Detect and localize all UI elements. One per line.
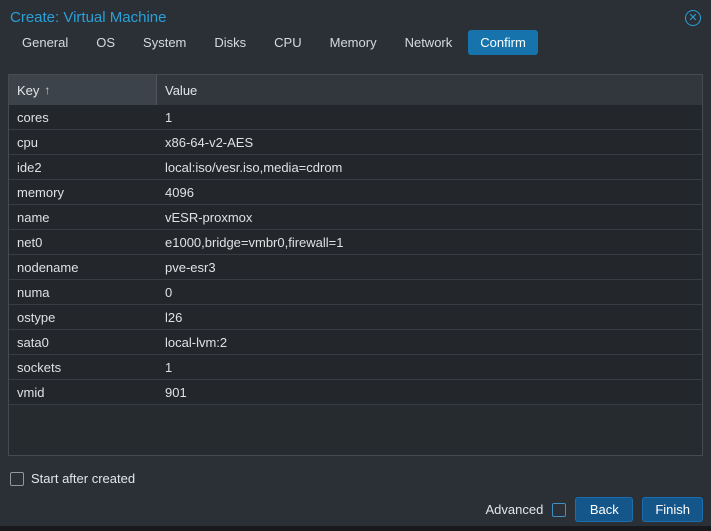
row-value: local:iso/vesr.iso,media=cdrom <box>157 155 702 179</box>
row-value: 1 <box>157 105 702 129</box>
row-value: pve-esr3 <box>157 255 702 279</box>
tab-system[interactable]: System <box>131 30 198 55</box>
row-value: 1 <box>157 355 702 379</box>
table-row[interactable]: ide2local:iso/vesr.iso,media=cdrom <box>9 155 702 180</box>
table-row[interactable]: ostypel26 <box>9 305 702 330</box>
table-row[interactable]: namevESR-proxmox <box>9 205 702 230</box>
confirm-grid: Key ↑ Value cores1cpux86-64-v2-AESide2lo… <box>8 74 703 456</box>
tab-general[interactable]: General <box>10 30 80 55</box>
column-header-key[interactable]: Key ↑ <box>9 75 157 105</box>
row-value: e1000,bridge=vmbr0,firewall=1 <box>157 230 702 254</box>
dialog-bottom-edge <box>0 526 711 531</box>
dialog-title: Create: Virtual Machine <box>10 9 166 26</box>
tab-bar: GeneralOSSystemDisksCPUMemoryNetworkConf… <box>0 31 711 60</box>
table-row[interactable]: cores1 <box>9 105 702 130</box>
start-after-created-label: Start after created <box>31 471 135 486</box>
dialog-footer: Advanced Back Finish <box>0 493 711 526</box>
tab-cpu[interactable]: CPU <box>262 30 313 55</box>
row-key: sata0 <box>9 330 157 354</box>
row-value: x86-64-v2-AES <box>157 130 702 154</box>
finish-button[interactable]: Finish <box>642 497 703 522</box>
row-value: vESR-proxmox <box>157 205 702 229</box>
advanced-checkbox[interactable] <box>552 503 566 517</box>
row-key: memory <box>9 180 157 204</box>
row-value: 4096 <box>157 180 702 204</box>
table-row[interactable]: memory4096 <box>9 180 702 205</box>
table-row[interactable]: sockets1 <box>9 355 702 380</box>
row-key: cores <box>9 105 157 129</box>
sort-ascending-icon: ↑ <box>44 83 50 97</box>
row-key: nodename <box>9 255 157 279</box>
tab-confirm[interactable]: Confirm <box>468 30 538 55</box>
table-row[interactable]: cpux86-64-v2-AES <box>9 130 702 155</box>
value-column-label: Value <box>165 83 197 98</box>
tab-network[interactable]: Network <box>393 30 465 55</box>
table-body: cores1cpux86-64-v2-AESide2local:iso/vesr… <box>9 105 702 405</box>
row-key: sockets <box>9 355 157 379</box>
row-key: ide2 <box>9 155 157 179</box>
start-after-created-row: Start after created <box>0 456 711 490</box>
row-key: cpu <box>9 130 157 154</box>
row-key: name <box>9 205 157 229</box>
dialog-header: Create: Virtual Machine ✕ <box>0 0 711 31</box>
table-row[interactable]: net0e1000,bridge=vmbr0,firewall=1 <box>9 230 702 255</box>
row-key: ostype <box>9 305 157 329</box>
key-column-label: Key <box>17 83 39 98</box>
row-key: net0 <box>9 230 157 254</box>
row-key: vmid <box>9 380 157 404</box>
row-key: numa <box>9 280 157 304</box>
tab-os[interactable]: OS <box>84 30 127 55</box>
table-row[interactable]: vmid901 <box>9 380 702 405</box>
row-value: local-lvm:2 <box>157 330 702 354</box>
column-header-value[interactable]: Value <box>157 75 702 105</box>
table-row[interactable]: nodenamepve-esr3 <box>9 255 702 280</box>
row-value: l26 <box>157 305 702 329</box>
table-row[interactable]: numa0 <box>9 280 702 305</box>
tab-memory[interactable]: Memory <box>318 30 389 55</box>
start-after-created-checkbox[interactable] <box>10 472 24 486</box>
grid-header: Key ↑ Value <box>9 75 702 105</box>
tab-disks[interactable]: Disks <box>202 30 258 55</box>
row-value: 901 <box>157 380 702 404</box>
advanced-label: Advanced <box>485 502 543 517</box>
table-row[interactable]: sata0local-lvm:2 <box>9 330 702 355</box>
row-value: 0 <box>157 280 702 304</box>
back-button[interactable]: Back <box>575 497 633 522</box>
close-icon[interactable]: ✕ <box>685 10 701 26</box>
